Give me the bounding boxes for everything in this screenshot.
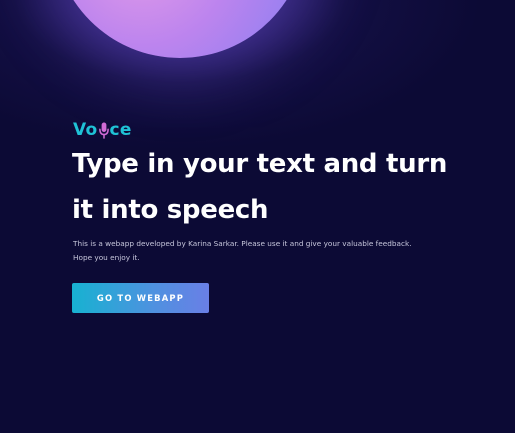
headline-line-1: Type in your text and turn bbox=[72, 149, 448, 179]
hero-headline: Type in your text and turn it into speec… bbox=[72, 141, 492, 233]
hero-description: This is a webapp developed by Karina Sar… bbox=[73, 237, 473, 265]
headline-line-2: it into speech bbox=[72, 195, 269, 225]
description-line-1: This is a webapp developed by Karina Sar… bbox=[73, 239, 412, 248]
description-line-2: Hope you enjoy it. bbox=[73, 253, 140, 262]
go-to-webapp-button[interactable]: GO TO WEBAPP bbox=[72, 283, 209, 313]
logo-text-prefix: Vo bbox=[73, 120, 98, 140]
logo-text-suffix: ce bbox=[109, 120, 132, 140]
voice-logo: Vo ce bbox=[73, 120, 132, 140]
microphone-icon bbox=[98, 122, 109, 139]
